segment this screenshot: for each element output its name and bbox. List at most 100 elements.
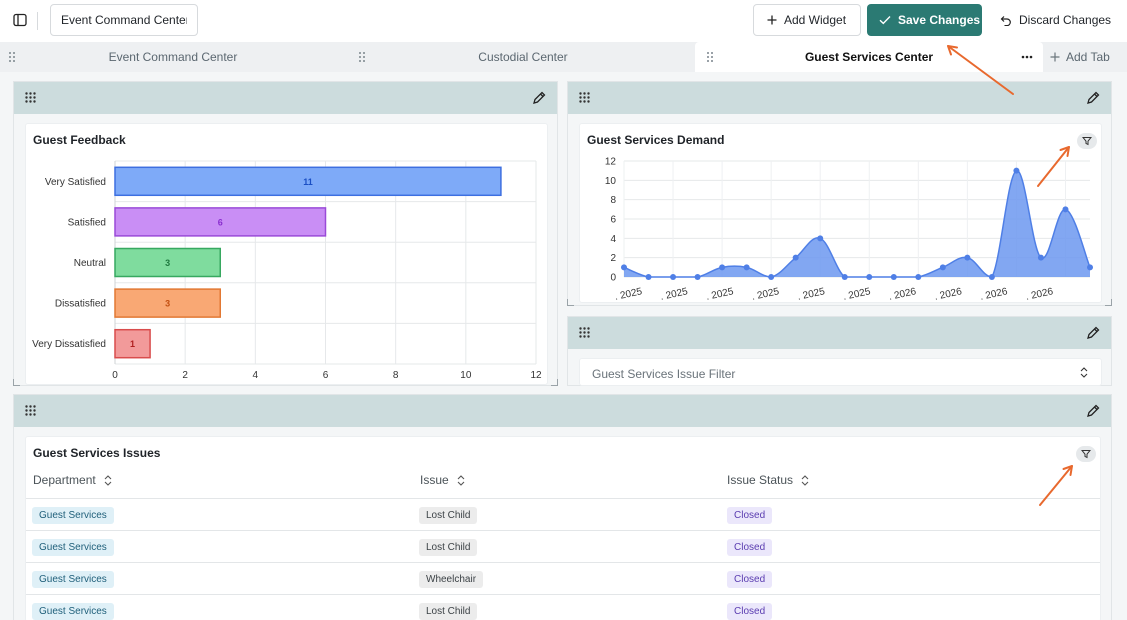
x-tick-label: . 2026: [979, 286, 1009, 303]
pencil-icon[interactable]: [1085, 90, 1101, 106]
y-tick-label: Satisfied: [68, 217, 106, 228]
data-point: [645, 274, 652, 280]
x-tick-label: 2: [182, 370, 188, 381]
add-widget-button[interactable]: Add Widget: [753, 4, 861, 36]
x-tick-label: . 2026: [888, 286, 918, 303]
sort-icon: [457, 474, 465, 486]
resize-handle-right[interactable]: [1105, 299, 1112, 306]
issue-badge: Lost Child: [419, 507, 478, 524]
column-label: Department: [33, 473, 96, 487]
column-header-issue-status[interactable]: Issue Status: [727, 473, 809, 487]
undo-icon: [1000, 15, 1011, 26]
tab-guest-services-center[interactable]: Guest Services Center: [695, 42, 1043, 72]
issue-filter-placeholder: Guest Services Issue Filter: [592, 367, 736, 381]
y-tick-label: 6: [610, 215, 616, 226]
department-badge: Guest Services: [32, 507, 114, 524]
y-tick-label: Neutral: [74, 258, 106, 269]
resize-handle-left[interactable]: [567, 299, 574, 306]
y-tick-label: Dissatisfied: [55, 299, 106, 310]
bar-value-label: 11: [303, 177, 313, 187]
x-tick-label: . 2025: [751, 286, 781, 303]
save-changes-button[interactable]: Save Changes: [867, 4, 982, 36]
dashboard-name-input[interactable]: [50, 4, 198, 36]
x-tick-label: 6: [323, 370, 329, 381]
issue-badge: Lost Child: [419, 603, 478, 620]
sidebar-toggle-icon[interactable]: [10, 10, 30, 30]
add-tab-label: Add Tab: [1066, 50, 1110, 64]
guest-feedback-chart: 0 2 4 6 8 10 12 Very Satisfied 11 Satisfied 6 Neutr…: [32, 160, 542, 381]
status-badge: Closed: [727, 603, 773, 620]
sort-icon: [801, 474, 809, 486]
y-tick-label: 0: [610, 273, 616, 284]
resize-handle-right[interactable]: [551, 379, 558, 386]
column-label: Issue Status: [727, 473, 794, 487]
table-row[interactable]: Guest Services Lost Child Closed: [26, 595, 1100, 620]
drag-grid-icon[interactable]: [25, 405, 36, 416]
data-point: [915, 274, 922, 280]
issue-filter-select[interactable]: Guest Services Issue Filter: [580, 359, 1100, 385]
table-row[interactable]: Guest Services Lost Child Closed: [26, 499, 1100, 531]
pencil-icon[interactable]: [1085, 325, 1101, 341]
x-tick-label: 0: [112, 370, 118, 381]
bar-value-label: 6: [218, 217, 223, 227]
discard-changes-label: Discard Changes: [1019, 13, 1112, 27]
data-point: [694, 274, 701, 280]
bar-value-label: 3: [165, 258, 170, 268]
plus-icon: [767, 15, 777, 25]
x-tick-label: . 2025: [659, 286, 689, 303]
table-title: Guest Services Issues: [33, 446, 161, 460]
discard-changes-button[interactable]: Discard Changes: [990, 4, 1115, 36]
x-tick-label: . 2025: [796, 286, 826, 303]
drag-grid-icon[interactable]: [579, 327, 590, 338]
y-tick-label: 12: [605, 157, 617, 168]
x-tick-label: 8: [393, 370, 399, 381]
data-point: [719, 264, 726, 271]
table-row[interactable]: Guest Services Wheelchair Closed: [26, 563, 1100, 595]
data-point: [792, 254, 799, 261]
x-tick-label: . 2026: [933, 286, 963, 303]
guest-feedback-widget: Guest Feedback 0 2 4 6 8 10 12 Very Satisfied 11…: [13, 81, 558, 386]
table-header: Department Issue Issue Status: [26, 465, 1100, 499]
column-header-department[interactable]: Department: [33, 473, 112, 487]
data-point: [1037, 254, 1044, 261]
area-fill: [624, 170, 1090, 277]
department-badge: Guest Services: [32, 571, 114, 588]
y-tick-label: 4: [610, 234, 616, 245]
tab-strip: Event Command Center Custodial Center Gu…: [0, 42, 1127, 72]
y-tick-label: 2: [610, 253, 616, 264]
issue-badge: Wheelchair: [419, 571, 484, 588]
drag-grid-icon[interactable]: [25, 92, 36, 103]
data-point: [1087, 264, 1093, 271]
guest-feedback-card: Guest Feedback 0 2 4 6 8 10 12 Very Satisfied 11…: [25, 123, 548, 385]
bar-value-label: 1: [130, 339, 135, 349]
add-widget-label: Add Widget: [784, 13, 847, 27]
table-row[interactable]: Guest Services Lost Child Closed: [26, 531, 1100, 563]
save-changes-label: Save Changes: [898, 13, 981, 27]
more-options-icon[interactable]: [1018, 50, 1036, 64]
tab-label: Custodial Center: [478, 50, 568, 64]
filter-icon[interactable]: [1076, 446, 1096, 462]
pencil-icon[interactable]: [531, 90, 547, 106]
drag-handle-icon[interactable]: [358, 51, 366, 63]
data-point: [988, 274, 995, 280]
column-header-issue[interactable]: Issue: [420, 473, 465, 487]
issue-filter-widget: Guest Services Issue Filter: [567, 316, 1112, 386]
add-tab-button[interactable]: Add Tab: [1050, 42, 1110, 72]
data-point: [890, 274, 897, 280]
x-tick-label: . 2025: [614, 286, 644, 303]
chevron-up-down-icon: [1080, 367, 1088, 378]
widget-header: [14, 395, 1111, 427]
tab-event-command-center[interactable]: Event Command Center: [8, 42, 338, 72]
pencil-icon[interactable]: [1085, 403, 1101, 419]
drag-handle-icon[interactable]: [8, 51, 16, 63]
guest-services-issues-card: Guest Services Issues Department Issue I…: [25, 436, 1101, 620]
x-tick-label: . 2025: [705, 286, 735, 303]
drag-handle-icon[interactable]: [706, 51, 714, 63]
tab-custodial-center[interactable]: Custodial Center: [358, 42, 688, 72]
drag-grid-icon[interactable]: [579, 92, 590, 103]
y-tick-label: 8: [610, 195, 616, 206]
resize-handle-left[interactable]: [13, 379, 20, 386]
department-badge: Guest Services: [32, 603, 114, 620]
status-badge: Closed: [727, 507, 773, 524]
guest-services-issues-widget: Guest Services Issues Department Issue I…: [13, 394, 1112, 620]
